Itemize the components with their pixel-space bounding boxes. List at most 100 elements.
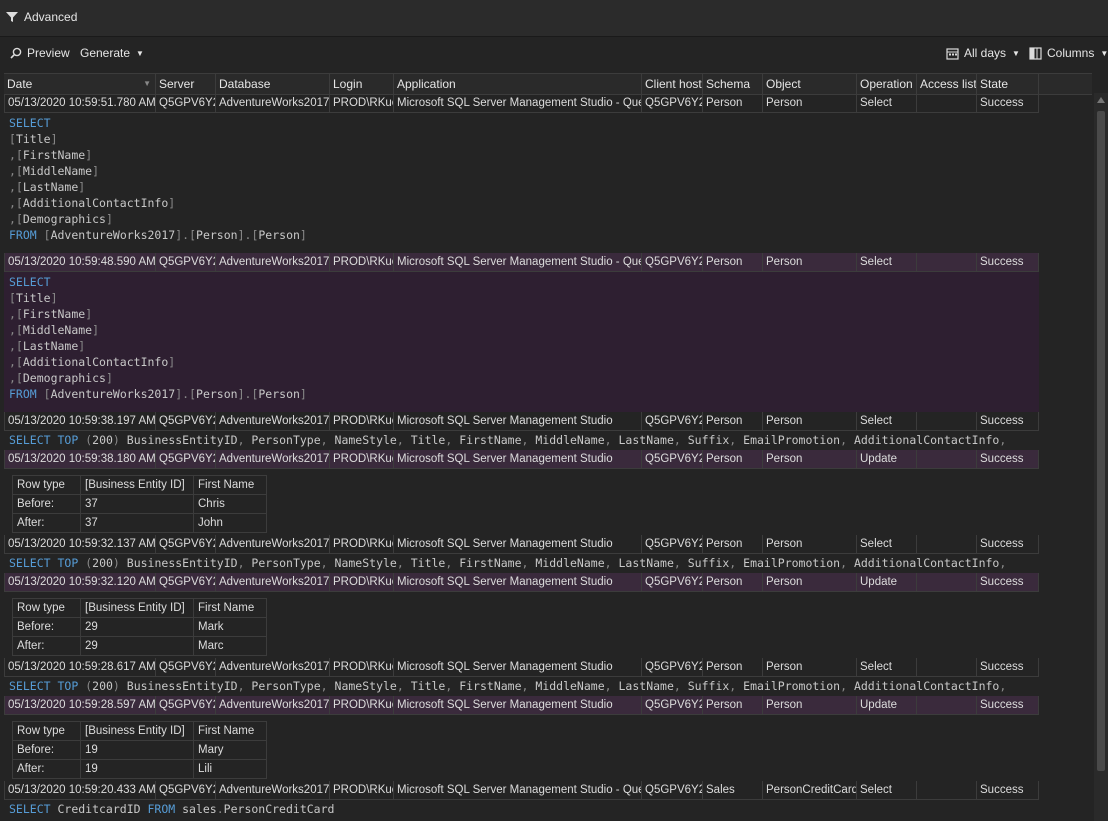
cell-server: Q5GPV6Y2	[156, 94, 216, 113]
column-header-application[interactable]: Application	[394, 74, 642, 94]
change-cell: Before:	[12, 617, 81, 637]
column-header-access[interactable]: Access list	[917, 74, 977, 94]
sort-icon[interactable]: ▼	[143, 74, 151, 94]
change-row: Before: 37 Chris	[12, 494, 267, 514]
cell-application: Microsoft SQL Server Management Studio	[394, 450, 642, 469]
preview-button[interactable]: Preview	[10, 46, 70, 60]
cell-state: Success	[977, 253, 1039, 272]
cell-schema: Person	[703, 94, 763, 113]
change-cell: First Name	[193, 475, 267, 495]
change-cell: 29	[80, 636, 194, 656]
table-row[interactable]: 05/13/2020 10:59:28.617 AM Q5GPV6Y2 Advent…	[4, 658, 1039, 677]
cell-login: PROD\RKuc	[330, 535, 394, 554]
cell-database: AdventureWorks2017	[216, 658, 330, 677]
sql-line: SELECT TOP (200) BusinessEntityID, Perso…	[9, 679, 1007, 693]
table-row[interactable]: 05/13/2020 10:59:32.137 AM Q5GPV6Y2 Advent…	[4, 535, 1039, 554]
change-header-row: Row type [Business Entity ID] First Name	[12, 721, 267, 741]
column-header-database[interactable]: Database	[216, 74, 330, 94]
scroll-up-icon[interactable]	[1097, 97, 1105, 103]
cell-schema: Person	[703, 450, 763, 469]
change-cell: Chris	[193, 494, 267, 514]
change-row: After: 37 John	[12, 513, 267, 533]
cell-operation: Select	[857, 781, 917, 800]
table-row[interactable]: 05/13/2020 10:59:38.197 AM Q5GPV6Y2 Advent…	[4, 412, 1039, 431]
advanced-filter-toggle[interactable]: Advanced	[6, 10, 77, 24]
cell-access	[917, 535, 977, 554]
change-cell: After:	[12, 759, 81, 779]
cell-schema: Person	[703, 696, 763, 715]
cell-object: Person	[763, 696, 857, 715]
change-cell: Lili	[193, 759, 267, 779]
column-header-date[interactable]: Date ▼	[4, 74, 156, 94]
cell-host: Q5GPV6Y2	[642, 573, 703, 592]
cell-state: Success	[977, 781, 1039, 800]
column-header-server[interactable]: Server	[156, 74, 216, 94]
cell-login: PROD\RKuc	[330, 253, 394, 272]
change-table: Row type [Business Entity ID] First Name Be…	[12, 721, 267, 779]
cell-date: 05/13/2020 10:59:28.617 AM	[4, 658, 156, 677]
sql-line: SELECT CreditcardID FROM sales.PersonCre…	[9, 802, 335, 816]
change-cell: First Name	[193, 598, 267, 618]
change-cell: After:	[12, 636, 81, 656]
days-dropdown[interactable]: All days ▼	[946, 46, 1020, 60]
chevron-down-icon: ▼	[136, 48, 144, 58]
table-row[interactable]: 05/13/2020 10:59:28.597 AM Q5GPV6Y2 Advent…	[4, 696, 1039, 715]
cell-login: PROD\RKuc	[330, 450, 394, 469]
vertical-scrollbar[interactable]	[1094, 93, 1108, 821]
generate-label: Generate	[80, 46, 131, 60]
cell-state: Success	[977, 658, 1039, 677]
cell-date: 05/13/2020 10:59:51.780 AM	[4, 94, 156, 113]
cell-server: Q5GPV6Y2	[156, 450, 216, 469]
column-header-login[interactable]: Login	[330, 74, 394, 94]
calendar-icon	[946, 47, 959, 60]
sql-detail: SELECT [Title] ,[FirstName] ,[MiddleName] ,[…	[4, 113, 1039, 253]
sql-detail: SELECT TOP (200) BusinessEntityID, Perso…	[4, 431, 1039, 450]
cell-date: 05/13/2020 10:59:32.137 AM	[4, 535, 156, 554]
table-row[interactable]: 05/13/2020 10:59:48.590 AM Q5GPV6Y2 Advent…	[4, 253, 1039, 272]
cell-host: Q5GPV6Y2	[642, 253, 703, 272]
column-header-operation[interactable]: Operation	[857, 74, 917, 94]
cell-host: Q5GPV6Y2	[642, 696, 703, 715]
cell-access	[917, 781, 977, 800]
cell-state: Success	[977, 535, 1039, 554]
change-cell: 19	[80, 740, 194, 760]
cell-application: Microsoft SQL Server Management Studio -…	[394, 94, 642, 113]
cell-object: Person	[763, 535, 857, 554]
column-header-state[interactable]: State	[977, 74, 1039, 94]
scrollbar-thumb[interactable]	[1097, 111, 1105, 771]
cell-login: PROD\RKuc	[330, 658, 394, 677]
cell-date: 05/13/2020 10:59:28.597 AM	[4, 696, 156, 715]
column-header-object[interactable]: Object	[763, 74, 857, 94]
columns-button[interactable]: Columns ▼	[1029, 46, 1108, 60]
change-row: Before: 29 Mark	[12, 617, 267, 637]
cell-operation: Select	[857, 253, 917, 272]
column-header-host[interactable]: Client host	[642, 74, 703, 94]
column-header-schema[interactable]: Schema	[703, 74, 763, 94]
cell-login: PROD\RKuc	[330, 781, 394, 800]
cell-database: AdventureWorks2017	[216, 94, 330, 113]
cell-application: Microsoft SQL Server Management Studio	[394, 573, 642, 592]
sql-detail: SELECT TOP (200) BusinessEntityID, Perso…	[4, 677, 1039, 696]
table-row[interactable]: 05/13/2020 10:59:51.780 AM Q5GPV6Y2 Advent…	[4, 94, 1039, 113]
table-row[interactable]: 05/13/2020 10:59:20.433 AM Q5GPV6Y2 Advent…	[4, 781, 1039, 800]
cell-schema: Sales	[703, 781, 763, 800]
sql-line: ,[LastName]	[9, 180, 86, 194]
sql-line: ,[MiddleName]	[9, 164, 100, 178]
change-cell: 37	[80, 494, 194, 514]
change-cell: First Name	[193, 721, 267, 741]
cell-object: Person	[763, 573, 857, 592]
cell-schema: Person	[703, 573, 763, 592]
change-cell: Row type	[12, 598, 81, 618]
sql-detail: SELECT [Title] ,[FirstName] ,[MiddleName] ,[…	[4, 272, 1039, 412]
change-cell: [Business Entity ID]	[80, 721, 194, 741]
sql-detail: SELECT TOP (200) BusinessEntityID, Perso…	[4, 554, 1039, 573]
cell-login: PROD\RKuc	[330, 94, 394, 113]
change-table: Row type [Business Entity ID] First Name Be…	[12, 475, 267, 533]
table-row[interactable]: 05/13/2020 10:59:32.120 AM Q5GPV6Y2 Advent…	[4, 573, 1039, 592]
cell-schema: Person	[703, 412, 763, 431]
generate-dropdown[interactable]: Generate ▼	[80, 46, 144, 60]
cell-server: Q5GPV6Y2	[156, 573, 216, 592]
table-row[interactable]: 05/13/2020 10:59:38.180 AM Q5GPV6Y2 Advent…	[4, 450, 1039, 469]
sql-line: ,[Demographics]	[9, 212, 113, 226]
cell-application: Microsoft SQL Server Management Studio	[394, 535, 642, 554]
